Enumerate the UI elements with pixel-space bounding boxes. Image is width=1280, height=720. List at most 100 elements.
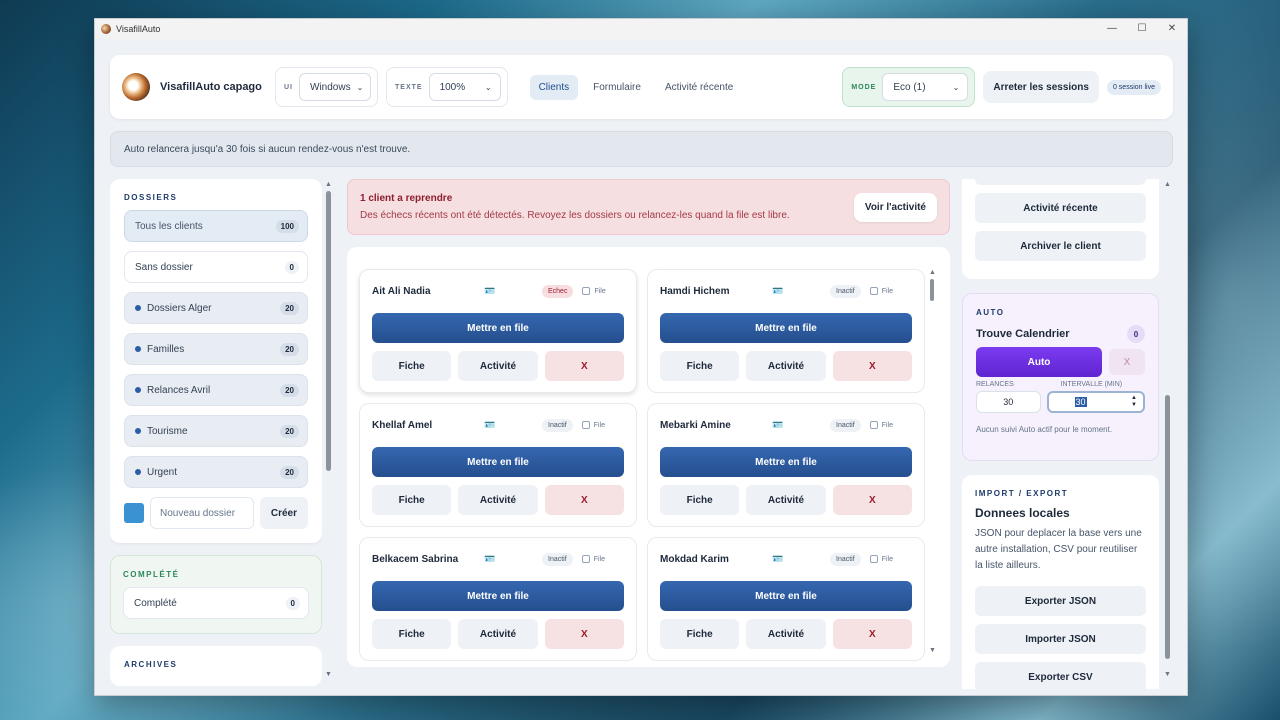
folder-relances-avril[interactable]: Relances Avril 20 bbox=[124, 374, 308, 406]
fiche-button[interactable]: Fiche bbox=[372, 619, 452, 649]
chevron-down-icon: ⌄ bbox=[356, 82, 364, 92]
tab-formulaire[interactable]: Formulaire bbox=[584, 75, 650, 100]
scroll-up-icon[interactable]: ▲ bbox=[325, 181, 332, 188]
folder-no-folder[interactable]: Sans dossier 0 bbox=[124, 251, 308, 283]
queue-button[interactable]: Mettre en file bbox=[660, 581, 912, 611]
fiche-button[interactable]: Fiche bbox=[372, 351, 452, 381]
left-scrollbar[interactable] bbox=[326, 191, 331, 471]
remove-button[interactable]: X bbox=[832, 351, 912, 381]
recent-activity-button[interactable]: Activité récente bbox=[975, 193, 1146, 223]
scroll-down-icon[interactable]: ▼ bbox=[325, 671, 332, 678]
queue-button[interactable]: Mettre en file bbox=[660, 313, 912, 343]
client-card[interactable]: Mebarki Amine 🪪 Inactif File Mettre en file F… bbox=[647, 403, 925, 527]
create-folder-button[interactable]: Créer bbox=[259, 497, 308, 529]
tab-activite-recente[interactable]: Activité récente bbox=[656, 75, 742, 100]
auto-note: Aucun suivi Auto actif pour le moment. bbox=[976, 425, 1113, 434]
folder-label: Familles bbox=[147, 343, 185, 355]
auto-title: AUTO bbox=[976, 308, 1005, 317]
client-card[interactable]: Ait Ali Nadia 🪪 Echec File Mettre en file Fic… bbox=[359, 269, 637, 393]
client-card[interactable]: Khellaf Amel 🪪 Inactif File Mettre en file Fi… bbox=[359, 403, 637, 527]
scroll-down-icon[interactable]: ▼ bbox=[1164, 671, 1171, 678]
file-checkbox[interactable] bbox=[581, 421, 590, 429]
id-card-icon[interactable]: 🪪 bbox=[772, 420, 830, 431]
file-checkbox[interactable] bbox=[869, 421, 878, 429]
activity-button[interactable]: Activité bbox=[458, 619, 538, 649]
id-card-icon[interactable]: 🪪 bbox=[484, 420, 542, 431]
tab-clients[interactable]: Clients bbox=[529, 74, 579, 100]
scroll-up-icon[interactable]: ▲ bbox=[929, 269, 936, 276]
fiche-button[interactable]: Fiche bbox=[660, 619, 740, 649]
import-json-button[interactable]: Importer JSON bbox=[975, 624, 1146, 654]
folder-familles[interactable]: Familles 20 bbox=[124, 333, 308, 365]
client-card[interactable]: Hamdi Hichem 🪪 Inactif File Mettre en file Fi… bbox=[647, 269, 925, 393]
clients-scrollbar[interactable] bbox=[930, 279, 934, 301]
folder-completed[interactable]: Complété 0 bbox=[123, 587, 309, 619]
fiche-button[interactable]: Fiche bbox=[660, 351, 740, 381]
client-name: Mokdad Karim bbox=[660, 553, 729, 565]
file-checkbox[interactable] bbox=[869, 555, 878, 563]
folder-label: Tous les clients bbox=[135, 220, 203, 232]
activity-button[interactable]: Activité bbox=[746, 485, 826, 515]
fiche-button[interactable]: Fiche bbox=[372, 485, 452, 515]
folder-color-picker[interactable] bbox=[124, 503, 144, 523]
client-card[interactable]: Mokdad Karim 🪪 Inactif File Mettre en file Fi… bbox=[647, 537, 925, 661]
fiche-button[interactable]: Fiche bbox=[660, 485, 740, 515]
text-size-select[interactable]: 100% ⌄ bbox=[428, 73, 501, 101]
export-csv-button[interactable]: Exporter CSV bbox=[975, 662, 1146, 689]
interval-input[interactable]: 30 ▲ ▼ bbox=[1046, 391, 1145, 413]
folder-all-clients[interactable]: Tous les clients 100 bbox=[124, 210, 308, 242]
remove-button[interactable]: X bbox=[832, 485, 912, 515]
activity-button[interactable]: Activité bbox=[458, 351, 538, 381]
queue-button[interactable]: Mettre en file bbox=[660, 447, 912, 477]
folder-label: Sans dossier bbox=[135, 261, 193, 273]
activity-button[interactable]: Activité bbox=[746, 619, 826, 649]
scroll-up-icon[interactable]: ▲ bbox=[1164, 181, 1171, 188]
view-activity-button[interactable]: Voir l'activité bbox=[853, 192, 937, 222]
client-name: Hamdi Hichem bbox=[660, 285, 730, 297]
export-json-button[interactable]: Exporter JSON bbox=[975, 586, 1146, 616]
folder-label: Complété bbox=[134, 597, 177, 609]
folder-dot-icon bbox=[135, 387, 141, 393]
id-card-icon[interactable]: 🪪 bbox=[484, 286, 542, 297]
remove-button[interactable]: X bbox=[544, 485, 624, 515]
stop-sessions-button[interactable]: Arreter les sessions bbox=[983, 71, 1099, 103]
queue-button[interactable]: Mettre en file bbox=[372, 447, 624, 477]
queue-button[interactable]: Mettre en file bbox=[372, 313, 624, 343]
remove-button[interactable]: X bbox=[544, 351, 624, 381]
client-card[interactable]: Belkacem Sabrina 🪪 Inactif File Mettre en fi… bbox=[359, 537, 637, 661]
right-scrollbar[interactable] bbox=[1165, 395, 1170, 659]
status-badge: Inactif bbox=[830, 284, 861, 298]
ui-control: UI Windows ⌄ bbox=[275, 67, 378, 107]
clients-grid: Ait Ali Nadia 🪪 Echec File Mettre en file Fic… bbox=[359, 269, 938, 661]
file-checkbox[interactable] bbox=[582, 287, 591, 295]
text-size-control: TEXTE 100% ⌄ bbox=[386, 67, 508, 107]
remove-button[interactable]: X bbox=[832, 619, 912, 649]
auto-button[interactable]: Auto bbox=[976, 347, 1102, 377]
relances-input[interactable]: 30 bbox=[976, 391, 1041, 413]
folder-tourisme[interactable]: Tourisme 20 bbox=[124, 415, 308, 447]
mode-select[interactable]: Eco (1) ⌄ bbox=[882, 73, 969, 101]
id-card-icon[interactable]: 🪪 bbox=[484, 554, 542, 565]
close-icon[interactable]: ✕ bbox=[1157, 19, 1187, 39]
maximize-icon[interactable]: ☐ bbox=[1127, 19, 1157, 39]
folder-label: Urgent bbox=[147, 466, 178, 478]
minimize-icon[interactable]: — bbox=[1097, 19, 1127, 39]
file-checkbox[interactable] bbox=[869, 287, 878, 295]
folder-urgent[interactable]: Urgent 20 bbox=[124, 456, 308, 488]
activity-button[interactable]: Activité bbox=[746, 351, 826, 381]
hidden-action-button[interactable] bbox=[975, 179, 1146, 185]
id-card-icon[interactable]: 🪪 bbox=[772, 286, 830, 297]
ui-select[interactable]: Windows ⌄ bbox=[299, 73, 371, 101]
queue-button[interactable]: Mettre en file bbox=[372, 581, 624, 611]
folder-dossiers-alger[interactable]: Dossiers Alger 20 bbox=[124, 292, 308, 324]
new-folder-input[interactable]: Nouveau dossier bbox=[150, 497, 254, 529]
remove-button[interactable]: X bbox=[544, 619, 624, 649]
activity-button[interactable]: Activité bbox=[458, 485, 538, 515]
scroll-down-icon[interactable]: ▼ bbox=[929, 647, 936, 654]
spinner-icon[interactable]: ▲ ▼ bbox=[1131, 395, 1137, 409]
file-checkbox[interactable] bbox=[581, 555, 590, 563]
id-card-icon[interactable]: 🪪 bbox=[772, 554, 830, 565]
auto-count-badge: 0 bbox=[1127, 325, 1145, 343]
archive-client-button[interactable]: Archiver le client bbox=[975, 231, 1146, 261]
auto-cancel-button[interactable]: X bbox=[1109, 349, 1145, 375]
